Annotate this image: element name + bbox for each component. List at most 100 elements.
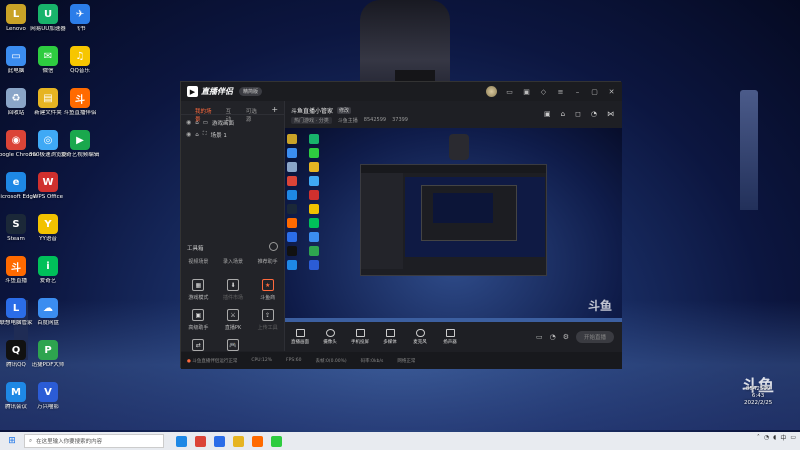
status-item: 码率:0kb/s [360, 358, 384, 364]
tool-icon: ⚔ [226, 309, 239, 321]
control-phone-cast[interactable]: 手机投屏 [345, 329, 375, 345]
desktop-icon[interactable]: P 迅捷PDF大师 [26, 340, 70, 369]
gear-icon[interactable]: ⚙ [563, 333, 569, 341]
preview-desktop-icon [287, 190, 297, 200]
desktop-icon[interactable]: i 爱奇艺 [26, 256, 70, 285]
desktop-app-icon: Q [6, 340, 26, 360]
message-icon[interactable]: ▭ [505, 87, 514, 96]
room-title-row: 斗鱼直播小管家 修改 [291, 106, 352, 115]
toolbox-item[interactable]: ▣ 高级助手 [181, 309, 216, 331]
desktop-icon-label: 斗鱼直播伴侣 [63, 110, 97, 116]
toolbox-toggle[interactable] [269, 242, 278, 251]
tool-recommend[interactable]: 推荐助手 [258, 258, 278, 265]
windows-start-icon[interactable]: ⊞ [0, 432, 24, 450]
toolbox-item[interactable]: ★ 斗鱼商 [250, 279, 285, 301]
status-item: 网络正常 [397, 358, 416, 364]
camera-icon [325, 329, 335, 337]
room-title: 斗鱼直播小管家 [291, 108, 334, 115]
tab-interaction[interactable]: 互动 [226, 107, 236, 123]
gift-icon[interactable]: ▣ [522, 87, 531, 96]
control-speaker[interactable]: 扬声器 [435, 329, 465, 345]
control-microphone[interactable]: 麦克风 [405, 329, 435, 345]
preview-nested-window [360, 164, 547, 276]
taskbar-folder-icon[interactable] [233, 435, 244, 447]
desktop-app-icon: Y [38, 214, 58, 234]
preview-desktop-icons [287, 134, 327, 270]
room-meta: 热门游戏 · 分类 斗鱼主播 8542599 37399 [291, 117, 408, 124]
settings-icon[interactable]: ≡ [556, 87, 565, 96]
maximize-icon[interactable]: ▢ [590, 87, 599, 96]
control-media[interactable]: 多媒体 [375, 329, 405, 345]
room-owner: 斗鱼主播 [337, 118, 358, 124]
taskbar-douyu-icon[interactable] [252, 435, 263, 447]
network-icon[interactable]: ◔ [764, 434, 769, 441]
notification-icon[interactable]: ▣ [544, 110, 551, 118]
toolbox-item[interactable]: ⬇ 插件市场 [216, 279, 251, 301]
eye-icon[interactable]: ◉ [186, 131, 191, 138]
scene-item[interactable]: ◉ ⌂ ⛶ 场景 1 [181, 127, 284, 139]
clip-icon[interactable]: ◔ [550, 333, 556, 341]
tray-expand-icon[interactable]: ˄ [757, 434, 760, 441]
gift-icon[interactable]: ◻ [575, 110, 581, 118]
status-dot-icon: ● [187, 358, 191, 364]
tool-video-scene[interactable]: 视频场景 [188, 258, 208, 265]
lock-icon[interactable]: ⌂ [195, 120, 199, 126]
bell-icon[interactable]: ◔ [591, 110, 597, 118]
desktop-icon[interactable]: ☁ 百度网盘 [26, 298, 70, 327]
desktop-icon[interactable]: ▶ 爱奇艺视频编辑 [58, 130, 102, 159]
control-screen[interactable]: 直播画面 [285, 329, 315, 345]
status-item: 丢帧:0(0.00%) [315, 358, 347, 364]
desktop-icon-label: Lenovo [6, 26, 26, 32]
titlebar-controls: ▭ ▣ ◇ ≡ – ▢ ✕ [486, 86, 616, 97]
volume-icon[interactable]: ◖ [773, 434, 776, 441]
toolbox-item[interactable]: ▦ 游戏模式 [181, 279, 216, 301]
record-icon[interactable]: ▭ [536, 333, 543, 341]
taskbar-search[interactable]: ⌕ 在这里输入你要搜索的内容 [24, 434, 164, 448]
lock-icon[interactable]: ⌂ [561, 110, 565, 118]
system-tray: ˄ ◔ ◖ 中 ▭ [757, 433, 796, 442]
desktop-icon[interactable]: V 万兴喵影 [26, 382, 70, 411]
desktop-icon[interactable]: Y YY语音 [26, 214, 70, 243]
app-titlebar: ▶ 直播伴侣 精简版 ▭ ▣ ◇ ≡ – ▢ ✕ [181, 82, 622, 101]
desktop-icon[interactable]: 斗斗鱼直播伴侣 [58, 88, 102, 117]
toolbox-item[interactable]: ⚔ 直播PK [216, 309, 251, 331]
screen-icon [295, 329, 305, 337]
preview-desktop-icon [309, 218, 319, 228]
taskbar-chrome-icon[interactable] [195, 435, 206, 447]
control-label: 手机投屏 [351, 340, 369, 345]
scene-label: 场景 1 [210, 132, 227, 139]
version-badge[interactable]: 精简版 [239, 87, 263, 96]
start-live-button[interactable]: 开始直播 [575, 331, 614, 343]
toolbox-item[interactable]: ⇪ 上传工具 [250, 309, 285, 331]
eye-icon[interactable]: ◉ [186, 119, 191, 126]
lock-icon[interactable]: ⌂ [195, 132, 199, 138]
desktop-icon[interactable]: ✈ 飞书 [58, 4, 102, 33]
taskbar-wechat-icon[interactable] [271, 435, 282, 447]
control-camera[interactable]: 摄像头 [315, 329, 345, 345]
avatar[interactable] [486, 86, 497, 97]
scene-label: 游戏画面 [211, 120, 234, 127]
desktop-icon[interactable]: W WPS Office [26, 172, 70, 201]
notification-center-icon[interactable]: ▭ [790, 434, 796, 441]
ime-icon[interactable]: 中 [780, 433, 786, 442]
desktop-app-icon: ✉ [38, 46, 58, 66]
shirt-icon[interactable]: ◇ [539, 87, 548, 96]
minimize-icon[interactable]: – [573, 87, 582, 96]
tool-label: 插件市场 [222, 295, 243, 301]
live-preview[interactable]: 斗鱼 [285, 128, 622, 322]
app-logo-icon: ▶ [187, 86, 198, 97]
room-category[interactable]: 热门游戏 · 分类 [291, 117, 332, 124]
edit-title-button[interactable]: 修改 [337, 107, 352, 114]
taskbar-app-icon[interactable] [214, 435, 225, 447]
desktop-icon[interactable]: ♫ QQ音乐 [58, 46, 102, 75]
tab-sources[interactable]: 可选源 [246, 107, 261, 123]
close-icon[interactable]: ✕ [607, 87, 616, 96]
tab-my-scenes[interactable]: 我的场景 [195, 107, 216, 123]
taskbar-edge-icon[interactable] [176, 435, 187, 447]
preview-desktop-icon [309, 260, 319, 270]
add-scene-icon[interactable]: + [271, 106, 278, 114]
tool-record-scene[interactable]: 录入场景 [223, 258, 243, 265]
desktop-app-icon: ♻ [6, 88, 26, 108]
share-icon[interactable]: ⋈ [607, 110, 614, 118]
desktop-app-icon: M [6, 382, 26, 402]
